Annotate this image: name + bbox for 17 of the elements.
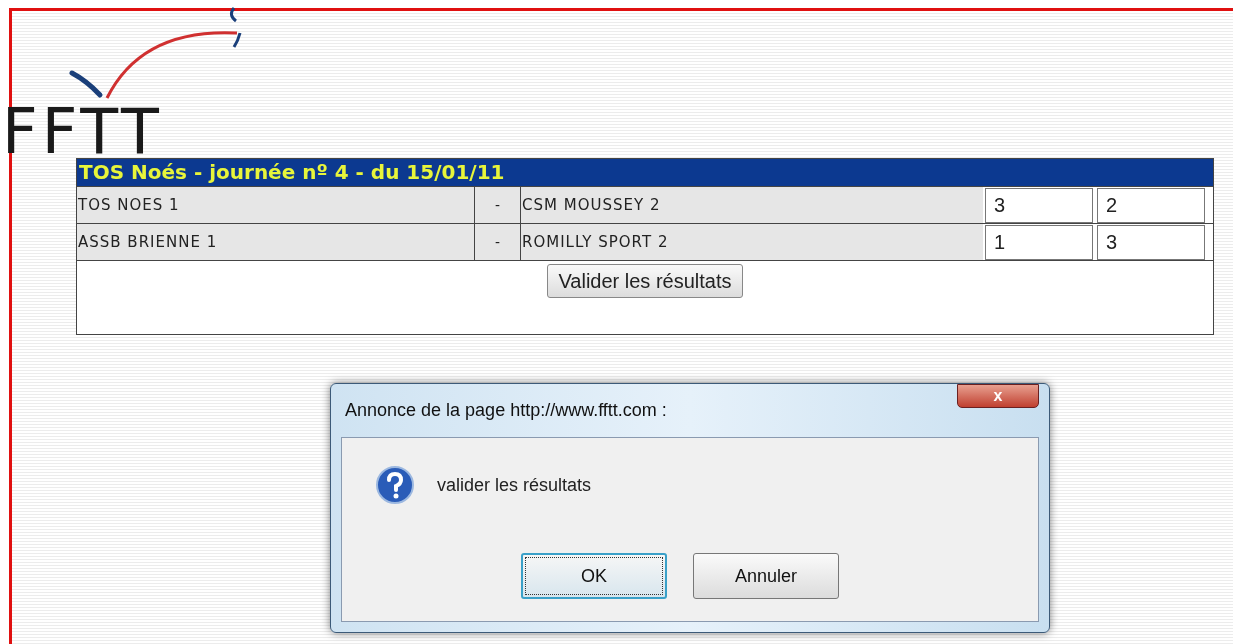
separator-text: -: [495, 194, 500, 215]
close-button[interactable]: x: [957, 384, 1039, 408]
team-name: CSM MOUSSEY 2: [522, 194, 661, 216]
separator-text: -: [495, 231, 500, 252]
score-field[interactable]: 1: [985, 225, 1093, 260]
validate-results-button[interactable]: Valider les résultats: [547, 264, 743, 298]
dialog-button[interactable]: OK: [521, 553, 667, 599]
dialog-message: valider les résultats: [437, 473, 592, 497]
dialog-title: Annonce de la page http://www.fftt.com :: [344, 399, 667, 422]
table-title: TOS Noés - journée nº 4 - du 15/01/11: [77, 159, 1213, 186]
team-name: ROMILLY SPORT 2: [522, 231, 669, 253]
score-field[interactable]: 2: [1097, 188, 1205, 223]
team-name: TOS NOES 1: [78, 194, 180, 216]
score-field[interactable]: 3: [985, 188, 1093, 223]
score-field[interactable]: 3: [1097, 225, 1205, 260]
team-name: ASSB BRIENNE 1: [78, 231, 218, 253]
dialog-button[interactable]: Annuler: [693, 553, 839, 599]
